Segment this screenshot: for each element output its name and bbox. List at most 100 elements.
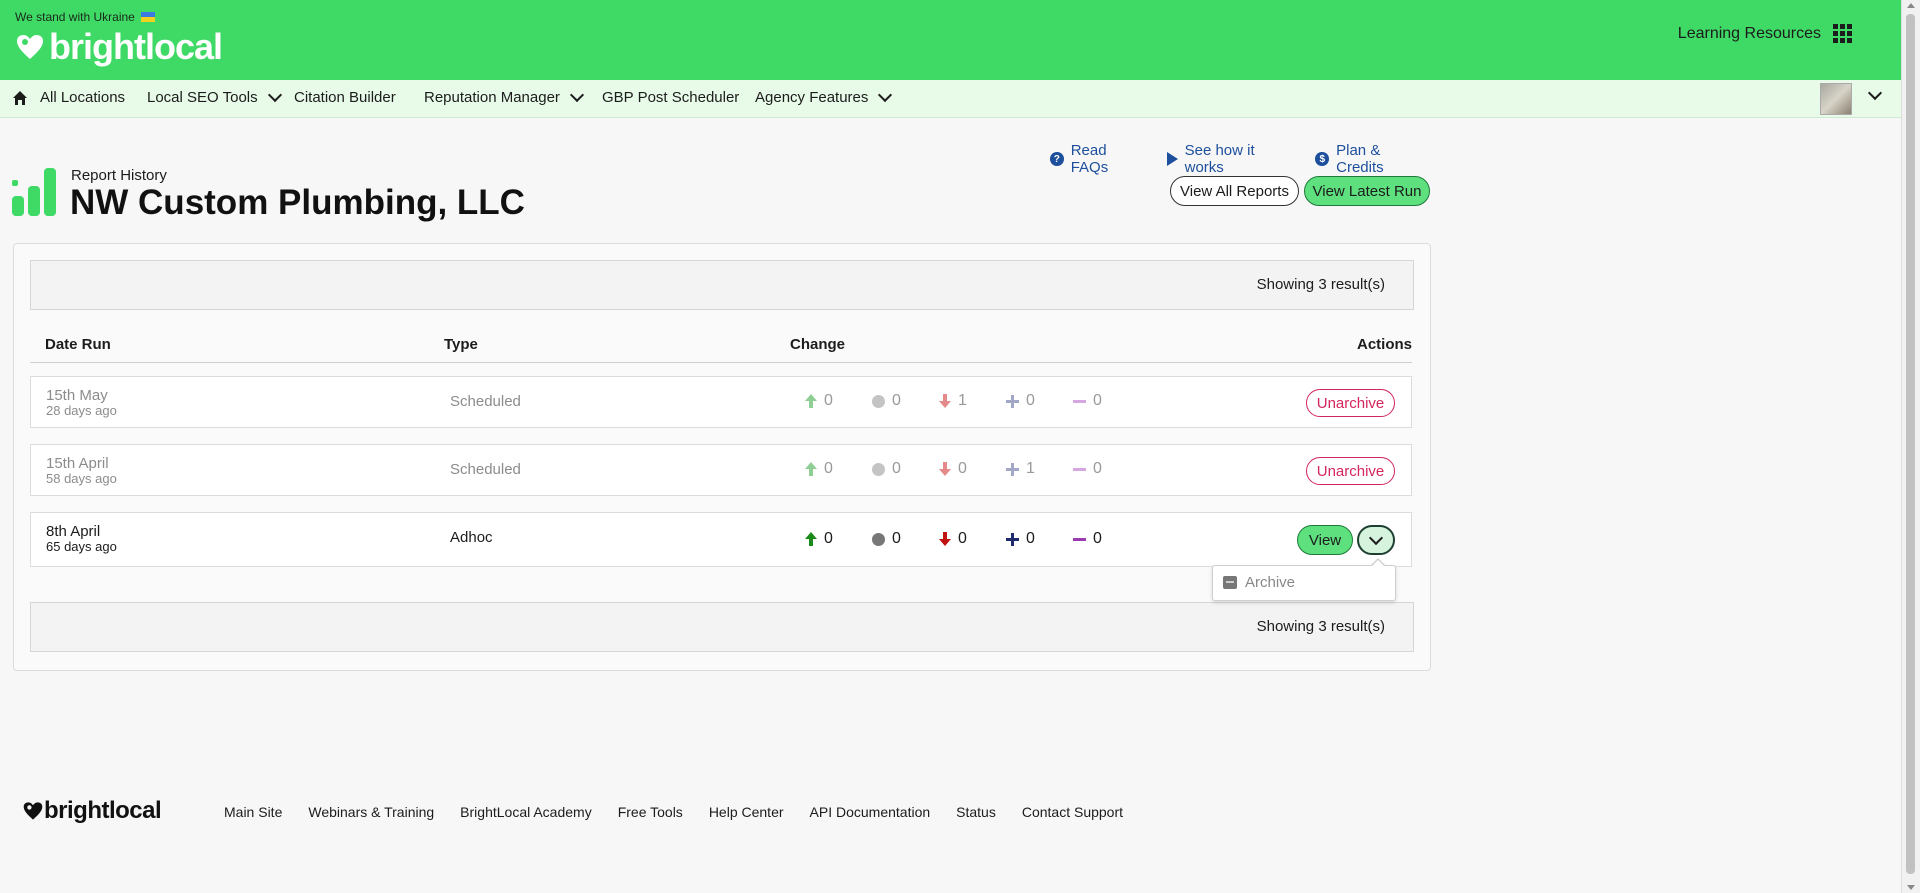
footer-logo-text: brightlocal	[44, 797, 162, 824]
table-row: 8th April 65 days ago Adhoc 0 0 0 0 0 Vi…	[30, 512, 1412, 567]
actions-dropdown-toggle[interactable]	[1357, 525, 1395, 555]
page-scrollbar[interactable]	[1901, 0, 1920, 893]
change-lost-value: 0	[1093, 530, 1102, 547]
col-date-run: Date Run	[45, 336, 111, 353]
archive-menu-item[interactable]: Archive	[1223, 574, 1295, 591]
view-button[interactable]: View	[1297, 525, 1353, 555]
nav-label: Citation Builder	[294, 89, 396, 106]
row-date: 15th April	[46, 455, 109, 472]
circle-icon	[872, 394, 885, 408]
change-down-value: 1	[958, 392, 967, 409]
row-type: Scheduled	[450, 393, 521, 410]
results-bar-bottom: Showing 3 result(s)	[30, 602, 1414, 652]
logo-pin-heart-icon	[23, 802, 43, 820]
view-latest-run-button[interactable]: View Latest Run	[1304, 176, 1430, 206]
report-bars-icon	[12, 168, 56, 216]
row-date: 15th May	[46, 387, 108, 404]
nav-label: Reputation Manager	[424, 89, 560, 106]
nav-citation-builder[interactable]: Citation Builder	[294, 89, 396, 106]
change-new: 0	[1006, 530, 1073, 548]
plan-credits-label: Plan & Credits	[1336, 142, 1384, 176]
dollar-icon: $	[1315, 152, 1330, 166]
results-count: Showing 3 result(s)	[1256, 618, 1385, 635]
footer-link-main-site[interactable]: Main Site	[224, 804, 282, 820]
change-new: 1	[1006, 460, 1073, 478]
scroll-up-arrow-icon[interactable]	[1907, 3, 1915, 8]
arrow-down-icon	[939, 394, 951, 408]
change-same-value: 0	[892, 530, 901, 547]
arrow-down-icon	[939, 462, 951, 476]
row-changes: 0 0 0 1 0	[805, 460, 1140, 478]
unarchive-button[interactable]: Unarchive	[1306, 389, 1395, 417]
read-faqs-link[interactable]: ? Read FAQs	[1050, 142, 1147, 176]
arrow-up-icon	[805, 462, 817, 476]
footer-links: Main Site Webinars & Training BrightLoca…	[224, 804, 1123, 820]
row-type: Scheduled	[450, 461, 521, 478]
footer-link-free-tools[interactable]: Free Tools	[618, 804, 683, 820]
change-up-value: 0	[824, 530, 833, 547]
row-ago: 28 days ago	[46, 403, 117, 418]
change-down: 1	[939, 392, 1006, 410]
ukraine-notice: We stand with Ukraine	[15, 10, 155, 24]
account-chevron-down-icon[interactable]	[1867, 85, 1883, 101]
nav-local-seo-tools[interactable]: Local SEO Tools	[147, 87, 282, 106]
plus-icon	[1006, 462, 1019, 476]
nav-gbp-post-scheduler[interactable]: GBP Post Scheduler	[602, 89, 739, 106]
chevron-down-icon	[1368, 530, 1384, 546]
footer-link-webinars[interactable]: Webinars & Training	[308, 804, 434, 820]
nav-label: GBP Post Scheduler	[602, 89, 740, 106]
change-up-value: 0	[824, 392, 833, 409]
nav-all-locations[interactable]: All Locations	[12, 89, 125, 106]
change-up-value: 0	[824, 460, 833, 477]
chevron-down-icon	[878, 87, 893, 103]
change-down: 0	[939, 530, 1006, 548]
ukraine-flag-icon	[140, 12, 155, 22]
help-links: ? Read FAQs See how it works $ Plan & Cr…	[1050, 142, 1430, 176]
see-how-it-works-link[interactable]: See how it works	[1166, 142, 1296, 176]
footer-link-contact-support[interactable]: Contact Support	[1022, 804, 1123, 820]
actions-dropdown-menu: Archive	[1212, 558, 1396, 601]
footer-link-help-center[interactable]: Help Center	[709, 804, 784, 820]
chevron-down-icon	[569, 87, 585, 103]
brightlocal-logo[interactable]: brightlocal	[15, 26, 223, 68]
apps-grid-icon[interactable]	[1833, 24, 1852, 43]
learning-resources-link[interactable]: Learning Resources	[1678, 24, 1852, 43]
nav-reputation-manager[interactable]: Reputation Manager	[424, 87, 585, 106]
unarchive-button[interactable]: Unarchive	[1306, 457, 1395, 485]
footer-link-api-docs[interactable]: API Documentation	[810, 804, 931, 820]
scroll-down-arrow-icon[interactable]	[1907, 885, 1915, 890]
scrollbar-thumb[interactable]	[1906, 14, 1915, 874]
change-same: 0	[872, 392, 939, 410]
results-count: Showing 3 result(s)	[1256, 276, 1385, 293]
nav-label: All Locations	[40, 89, 126, 106]
change-down-value: 0	[958, 530, 967, 547]
plan-credits-link[interactable]: $ Plan & Credits	[1315, 142, 1430, 176]
change-lost: 0	[1073, 460, 1140, 478]
row-date: 8th April	[46, 523, 101, 540]
question-icon: ?	[1050, 152, 1064, 166]
table-row: 15th May 28 days ago Scheduled 0 0 1 0 0…	[30, 376, 1412, 428]
col-type: Type	[444, 336, 478, 353]
change-down: 0	[939, 460, 1006, 478]
home-icon	[13, 90, 27, 105]
footer-logo[interactable]: brightlocal	[22, 797, 162, 825]
arrow-down-icon	[939, 532, 951, 546]
change-lost: 0	[1073, 392, 1140, 410]
user-avatar[interactable]	[1820, 83, 1852, 115]
footer-link-academy[interactable]: BrightLocal Academy	[460, 804, 592, 820]
archive-label: Archive	[1245, 574, 1296, 591]
report-history-panel: Showing 3 result(s) Date Run Type Change…	[13, 243, 1431, 671]
change-up: 0	[805, 392, 872, 410]
change-lost-value: 0	[1093, 392, 1102, 409]
change-up: 0	[805, 460, 872, 478]
change-new-value: 0	[1026, 392, 1035, 409]
arrow-up-icon	[805, 394, 817, 408]
nav-agency-features[interactable]: Agency Features	[755, 87, 893, 106]
change-lost-value: 0	[1093, 460, 1102, 477]
col-change: Change	[790, 336, 846, 353]
change-new-value: 0	[1026, 530, 1035, 547]
learning-resources-label: Learning Resources	[1677, 24, 1821, 42]
minus-icon	[1073, 537, 1086, 541]
view-all-reports-button[interactable]: View All Reports	[1170, 176, 1299, 206]
footer-link-status[interactable]: Status	[956, 804, 996, 820]
